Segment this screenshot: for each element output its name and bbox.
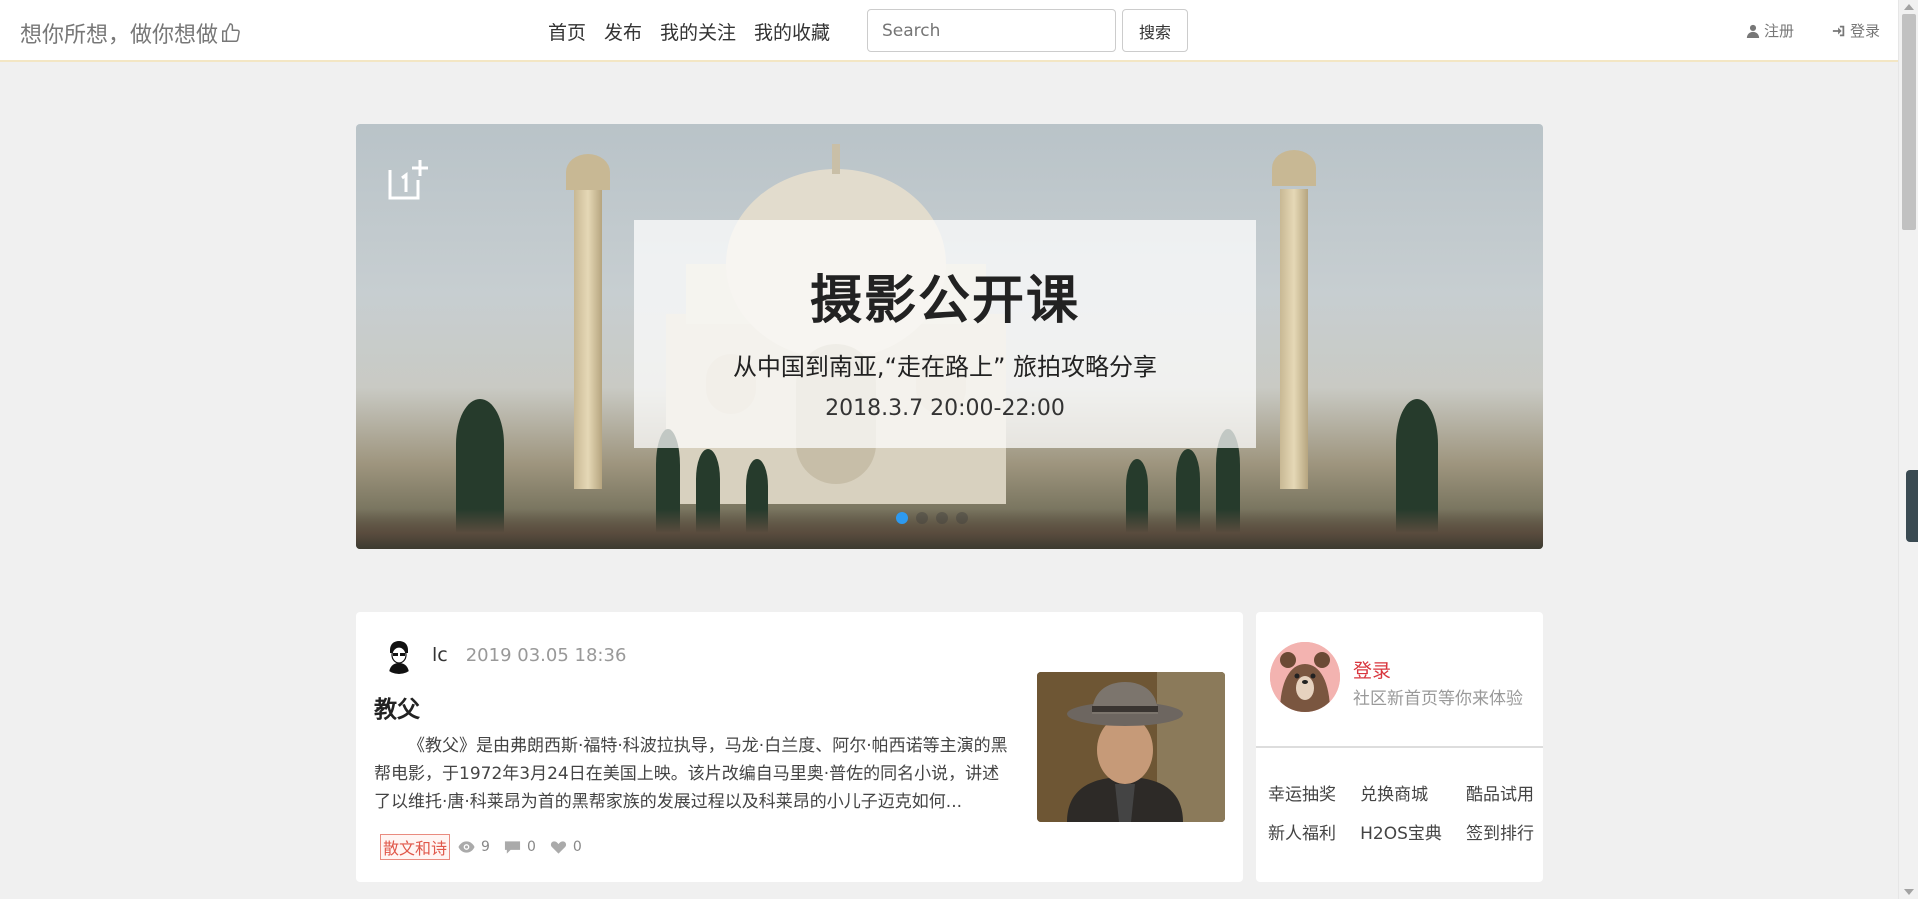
carousel-dot-1[interactable]	[896, 512, 908, 524]
minaret-right-top	[1272, 150, 1316, 186]
carousel-dot-3[interactable]	[936, 512, 948, 524]
heart-icon[interactable]	[550, 840, 567, 854]
sidebar-login-link[interactable]: 登录	[1353, 656, 1391, 683]
view-count: 9	[481, 839, 490, 855]
minaret-left-top	[566, 154, 610, 190]
eye-icon	[458, 841, 475, 853]
site-brand[interactable]: 想你所想，做你想做	[20, 17, 242, 49]
top-navbar: 想你所想，做你想做 首页 发布 我的关注 我的收藏 搜索 注册 登录	[0, 0, 1898, 62]
sidebar-link-checkin-ranking[interactable]: 签到排行	[1466, 819, 1534, 844]
author-name[interactable]: lc	[432, 644, 448, 666]
post-author-row: lc 2019 03.05 18:36	[380, 636, 626, 674]
scroll-down-arrow-icon[interactable]	[1904, 889, 1914, 895]
minaret-left	[574, 189, 602, 489]
like-count: 0	[572, 839, 582, 855]
sign-in-icon	[1832, 25, 1845, 36]
banner-subtitle: 从中国到南亚,“走在路上” 旅拍攻略分享	[732, 353, 1158, 381]
minaret-right	[1280, 189, 1308, 489]
banner-date: 2018.3.7 20:00-22:00	[825, 396, 1065, 421]
nav-publish[interactable]: 发布	[604, 18, 642, 45]
banner-title: 摄影公开课	[809, 271, 1080, 331]
search-button[interactable]: 搜索	[1122, 9, 1188, 52]
register-link[interactable]: 注册	[1746, 20, 1794, 41]
bear-avatar	[1270, 642, 1340, 712]
sidebar-links: 幸运抽奖 兑换商城 酷品试用 新人福利 H2OS宝典 签到排行	[1268, 780, 1534, 844]
sidebar-link-exchange-mall[interactable]: 兑换商城	[1360, 780, 1442, 805]
main-nav: 首页 发布 我的关注 我的收藏	[548, 18, 830, 45]
nav-favorites[interactable]: 我的收藏	[754, 18, 830, 45]
brand-text: 想你所想，做你想做	[20, 23, 219, 48]
comment-icon[interactable]	[504, 840, 521, 854]
search-input[interactable]	[867, 9, 1116, 52]
page-scrollbar[interactable]	[1898, 0, 1918, 899]
login-link[interactable]: 登录	[1832, 20, 1880, 41]
carousel-indicators	[896, 512, 968, 524]
floating-side-widget[interactable]	[1906, 470, 1918, 542]
thumbs-up-icon	[222, 23, 240, 42]
banner-text-panel: 摄影公开课 从中国到南亚,“走在路上” 旅拍攻略分享 2018.3.7 20:0…	[634, 220, 1256, 448]
sidebar-divider	[1256, 746, 1543, 748]
post-meta: 散文和诗 9 0 0	[380, 834, 590, 860]
user-sidebar-card: 登录 社区新首页等你来体验 幸运抽奖 兑换商城 酷品试用 新人福利 H2OS宝典…	[1256, 612, 1543, 882]
carousel-dot-2[interactable]	[916, 512, 928, 524]
author-avatar[interactable]	[380, 636, 418, 674]
post-card[interactable]: lc 2019 03.05 18:36 教父 《教父》是由弗朗西斯·福特·科波拉…	[356, 612, 1243, 882]
sidebar-link-lucky-draw[interactable]: 幸运抽奖	[1268, 780, 1336, 805]
hero-banner[interactable]: 摄影公开课 从中国到南亚,“走在路上” 旅拍攻略分享 2018.3.7 20:0…	[356, 124, 1543, 549]
comment-count: 0	[526, 839, 536, 855]
scroll-up-arrow-icon[interactable]	[1904, 4, 1914, 10]
login-label: 登录	[1850, 22, 1881, 40]
nav-following[interactable]: 我的关注	[660, 18, 736, 45]
register-label: 注册	[1764, 22, 1795, 40]
oneplus-logo-icon	[388, 160, 428, 200]
post-tag[interactable]: 散文和诗	[380, 834, 451, 860]
sidebar-link-newbie-benefits[interactable]: 新人福利	[1268, 819, 1336, 844]
post-thumbnail[interactable]	[1037, 672, 1225, 822]
nav-home[interactable]: 首页	[548, 18, 586, 45]
sidebar-link-product-trial[interactable]: 酷品试用	[1466, 780, 1534, 805]
user-icon	[1746, 24, 1760, 38]
post-title[interactable]: 教父	[374, 690, 420, 724]
scrollbar-thumb[interactable]	[1902, 14, 1916, 230]
carousel-dot-4[interactable]	[956, 512, 968, 524]
post-excerpt[interactable]: 《教父》是由弗朗西斯·福特·科波拉执导，马龙·白兰度、阿尔·帕西诺等主演的黑帮电…	[374, 732, 1014, 816]
sidebar-description: 社区新首页等你来体验	[1353, 689, 1523, 709]
post-timestamp: 2019 03.05 18:36	[465, 644, 627, 666]
sidebar-link-h2os-guide[interactable]: H2OS宝典	[1360, 819, 1442, 844]
